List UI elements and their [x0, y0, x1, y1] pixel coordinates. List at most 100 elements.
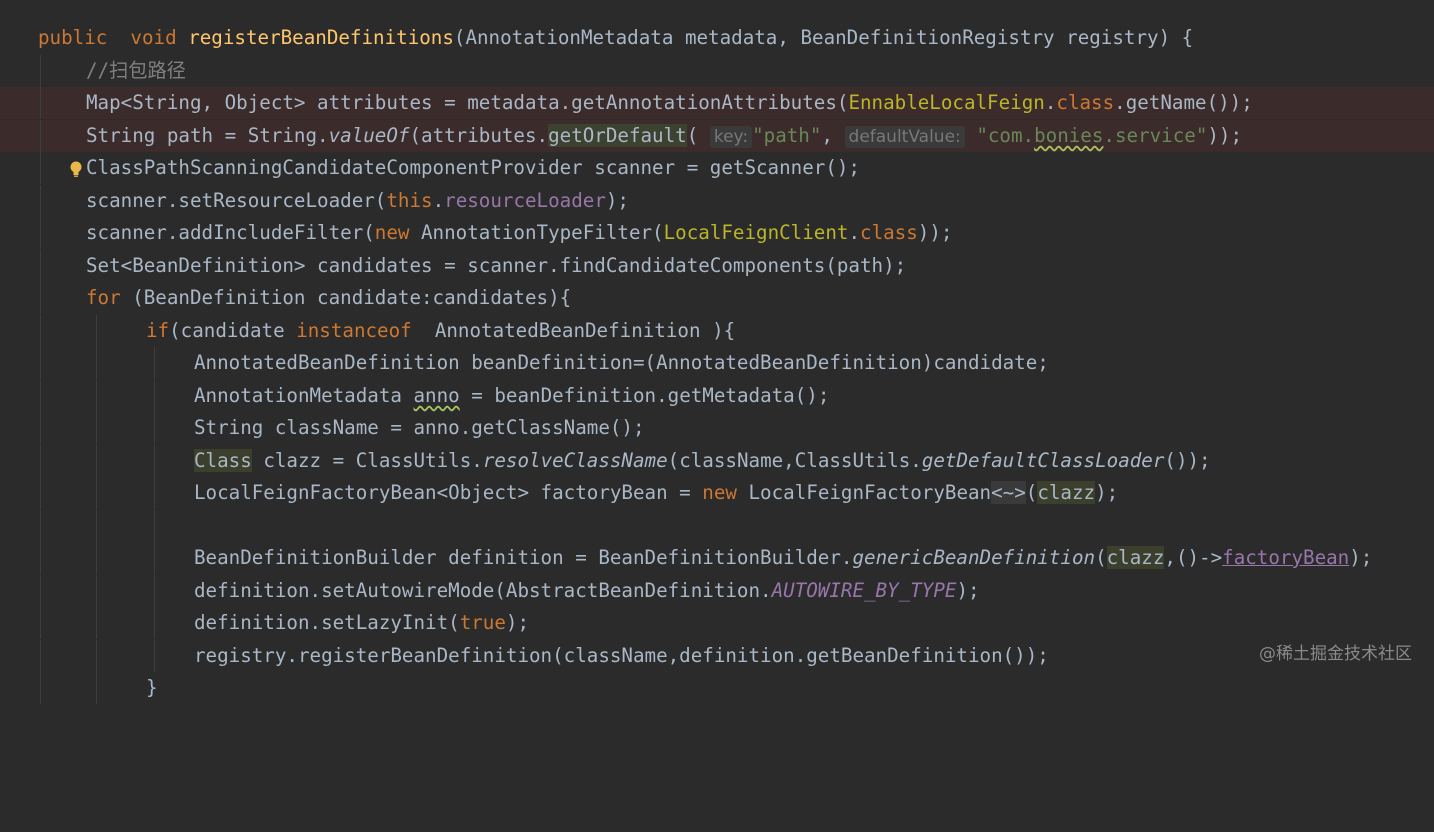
indent-guide	[96, 575, 97, 607]
code-line[interactable]: definition.setLazyInit(true);	[0, 607, 1434, 639]
code-text: String path = String.	[86, 124, 329, 147]
code-text: scanner.setResourceLoader(	[86, 189, 387, 212]
indent-guide	[96, 347, 97, 379]
indent-guide	[154, 380, 155, 412]
code-text: (	[686, 124, 699, 147]
indent-guide	[96, 542, 97, 574]
code-line-blank[interactable]	[0, 510, 1434, 542]
code-line[interactable]: scanner.addIncludeFilter(new AnnotationT…	[0, 217, 1434, 249]
variable-typo: anno	[413, 384, 460, 407]
indent-guide	[40, 250, 41, 282]
code-text: .	[1044, 91, 1057, 114]
code-line[interactable]: definition.setAutowireMode(AbstractBeanD…	[0, 575, 1434, 607]
indent-guide	[96, 607, 97, 639]
indent-guide	[40, 640, 41, 672]
code-line-error[interactable]: String path = String.valueOf(attributes.…	[0, 120, 1434, 177]
code-text: ,()->	[1164, 546, 1223, 569]
indent-guide	[154, 542, 155, 574]
highlighted-method: getOrDefault	[548, 124, 687, 147]
code-line[interactable]: AnnotatedBeanDefinition beanDefinition=(…	[0, 347, 1434, 379]
folded-diamond[interactable]: <~>	[991, 481, 1026, 504]
code-line[interactable]: scanner.setResourceLoader(this.resourceL…	[0, 185, 1434, 217]
code-text: scanner.addIncludeFilter(	[86, 221, 375, 244]
string-literal: "path"	[752, 124, 822, 147]
code-text: );	[1349, 546, 1373, 569]
param-hint: defaultValue:	[844, 126, 965, 148]
indent-guide	[40, 120, 41, 152]
code-text: ,	[821, 124, 833, 147]
code-line[interactable]: AnnotationMetadata anno = beanDefinition…	[0, 380, 1434, 412]
code-line[interactable]: for (BeanDefinition candidate:candidates…	[0, 282, 1434, 314]
lightbulb-icon[interactable]	[0, 126, 82, 177]
static-method: getDefaultClassLoader	[921, 449, 1165, 472]
indent-guide	[96, 380, 97, 412]
static-method: genericBeanDefinition	[852, 546, 1096, 569]
keyword: instanceof	[296, 319, 412, 342]
indent-guide	[96, 412, 97, 444]
indent-guide	[40, 575, 41, 607]
indent-guide	[40, 282, 41, 314]
code-text: );	[1095, 481, 1119, 504]
code-line[interactable]: LocalFeignFactoryBean<Object> factoryBea…	[0, 477, 1434, 509]
indent-guide	[40, 347, 41, 379]
code-line[interactable]: Set<BeanDefinition> candidates = scanner…	[0, 250, 1434, 282]
indent-guide	[40, 477, 41, 509]
code-text: ClassPathScanningCandidateComponentProvi…	[86, 156, 860, 179]
code-text: AnnotatedBeanDefinition ){	[411, 319, 736, 342]
captured-variable: factoryBean	[1222, 546, 1350, 569]
code-line[interactable]: registry.registerBeanDefinition(classNam…	[0, 640, 1434, 672]
string-literal-typo: bonies	[1034, 124, 1104, 147]
indent-guide	[154, 412, 155, 444]
indent-guide	[96, 640, 97, 672]
indent-guide	[96, 672, 97, 704]
keyword: for	[86, 286, 121, 309]
keyword: public	[38, 26, 108, 49]
indent-guide	[154, 477, 155, 509]
code-line[interactable]: String className = anno.getClassName();	[0, 412, 1434, 444]
keyword: true	[459, 611, 506, 634]
indent-guide	[154, 640, 155, 672]
field: resourceLoader	[444, 189, 606, 212]
indent-guide	[40, 185, 41, 217]
code-text: AnnotationTypeFilter(	[409, 221, 664, 244]
code-line[interactable]: public void registerBeanDefinitions(Anno…	[0, 22, 1434, 54]
indent-guide	[40, 445, 41, 477]
static-method: valueOf	[328, 124, 410, 147]
code-editor[interactable]: public void registerBeanDefinitions(Anno…	[0, 0, 1434, 704]
code-text: (AnnotationMetadata metadata, BeanDefini…	[453, 26, 1194, 49]
keyword: this	[386, 189, 433, 212]
code-text: definition.setAutowireMode(AbstractBeanD…	[194, 579, 772, 602]
code-line[interactable]: }	[0, 672, 1434, 704]
code-text: LocalFeignFactoryBean<Object> factoryBea…	[194, 481, 703, 504]
indent-guide	[154, 607, 155, 639]
code-line-error[interactable]: Map<String, Object> attributes = metadat…	[0, 87, 1434, 119]
code-line[interactable]: ClassPathScanningCandidateComponentProvi…	[0, 152, 1434, 184]
code-text: AnnotationMetadata	[194, 384, 414, 407]
code-text: .	[432, 189, 445, 212]
code-line[interactable]: Class clazz = ClassUtils.resolveClassNam…	[0, 445, 1434, 477]
code-text: LocalFeignFactoryBean	[736, 481, 992, 504]
indent-guide	[40, 672, 41, 704]
indent-guide	[96, 445, 97, 477]
keyword: class	[1056, 91, 1115, 114]
keyword: class	[860, 221, 918, 244]
code-text: (candidate	[169, 319, 297, 342]
indent-guide	[40, 607, 41, 639]
indent-guide	[40, 412, 41, 444]
indent-guide	[40, 217, 41, 249]
param-hint: key:	[709, 126, 753, 148]
annotation-class: EnnableLocalFeign	[848, 91, 1045, 114]
indent-guide	[96, 477, 97, 509]
code-text: clazz = ClassUtils.	[251, 449, 483, 472]
static-method: resolveClassName	[482, 449, 668, 472]
code-text: ));	[917, 221, 953, 244]
indent-guide	[154, 510, 155, 542]
code-line[interactable]: BeanDefinitionBuilder definition = BeanD…	[0, 542, 1434, 574]
code-line[interactable]: if(candidate instanceof AnnotatedBeanDef…	[0, 315, 1434, 347]
code-text: (BeanDefinition candidate:candidates){	[120, 286, 572, 309]
indent-guide	[40, 510, 41, 542]
constant: AUTOWIRE_BY_TYPE	[771, 579, 957, 602]
code-line[interactable]: //扫包路径	[0, 55, 1434, 87]
highlighted-type: Class	[194, 449, 252, 472]
code-text: (className,ClassUtils.	[667, 449, 922, 472]
